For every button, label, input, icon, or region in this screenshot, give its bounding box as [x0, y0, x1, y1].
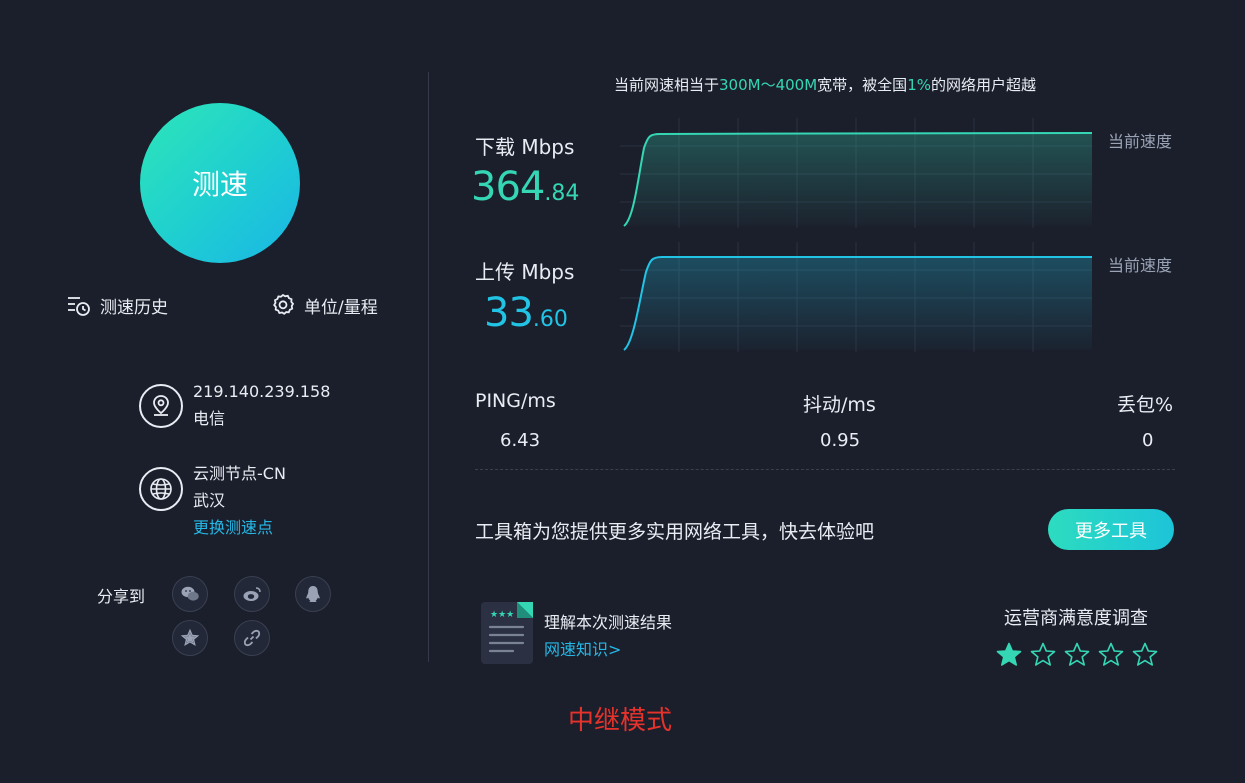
more-tools-button[interactable]: 更多工具	[1048, 509, 1174, 550]
rating-stars	[995, 641, 1159, 669]
upload-chart-area	[624, 257, 1092, 350]
globe-icon-wrap	[139, 467, 183, 511]
upload-speed-chart	[620, 242, 1092, 352]
jitter-label: 抖动/ms	[803, 394, 876, 416]
globe-icon	[150, 478, 172, 500]
change-node-link[interactable]: 更换测速点	[193, 514, 286, 541]
download-label: 下载 Mbps	[475, 135, 575, 159]
download-value-int: 364	[471, 164, 545, 210]
star-empty-icon[interactable]	[1063, 641, 1091, 669]
share-wechat-button[interactable]	[172, 576, 208, 612]
upload-current-label: 当前速度	[1108, 256, 1173, 275]
jitter-value: 0.95	[820, 430, 861, 451]
share-label: 分享到	[97, 587, 146, 606]
download-value: 364.84	[471, 164, 579, 210]
ip-info: 219.140.239.158 电信	[193, 378, 330, 432]
star-empty-icon[interactable]	[1097, 641, 1125, 669]
unit-range-label: 单位/量程	[304, 297, 378, 318]
history-label: 测速历史	[100, 297, 168, 318]
knowledge-title: 理解本次测速结果	[544, 613, 673, 632]
headline-suffix: 的网络用户超越	[930, 76, 1036, 94]
upload-value-int: 33	[484, 290, 534, 336]
wechat-icon	[181, 586, 199, 601]
headline-prefix: 当前网速相当于	[614, 76, 720, 94]
isp-name: 电信	[193, 409, 226, 428]
gear-icon	[273, 293, 295, 315]
share-qq-button[interactable]	[295, 576, 331, 612]
ip-address: 219.140.239.158	[193, 382, 331, 401]
download-value-dec: .84	[544, 181, 580, 206]
star-empty-icon[interactable]	[1131, 641, 1159, 669]
headline-percent: 1%	[907, 76, 931, 94]
star-empty-icon[interactable]	[1029, 641, 1057, 669]
svg-text:★★★: ★★★	[490, 610, 514, 620]
weibo-icon	[243, 587, 261, 601]
node-info: 云测节点-CN 武汉 更换测速点	[193, 460, 286, 541]
speed-comparison-headline: 当前网速相当于300M～400M宽带，被全国1%的网络用户超越	[475, 74, 1175, 95]
download-speed-chart	[620, 118, 1093, 228]
unit-range-link[interactable]: 单位/量程	[270, 292, 378, 318]
panel-divider	[428, 72, 429, 662]
location-pin-icon	[153, 395, 169, 416]
download-current-label: 当前速度	[1108, 132, 1173, 151]
start-speed-test-button[interactable]: 测速	[140, 103, 300, 263]
qq-penguin-icon	[306, 586, 320, 602]
speed-test-label: 测速	[191, 168, 248, 201]
document-icon: ★★★	[481, 602, 533, 664]
stats-divider	[475, 469, 1175, 470]
tools-promo-text: 工具箱为您提供更多实用网络工具，快去体验吧	[475, 521, 875, 543]
share-favorite-button[interactable]	[172, 620, 208, 656]
download-chart-area	[624, 133, 1092, 226]
relay-mode-label: 中继模式	[568, 706, 673, 736]
share-link-button[interactable]	[234, 620, 270, 656]
upload-value: 33.60	[484, 290, 568, 336]
location-icon-wrap	[139, 384, 183, 428]
ping-label: PING/ms	[475, 390, 556, 412]
star-filled-icon[interactable]	[995, 641, 1023, 669]
upload-label: 上传 Mbps	[475, 260, 575, 284]
ping-value: 6.43	[500, 430, 541, 451]
headline-middle: 宽带，被全国	[817, 76, 908, 94]
packet-loss-value: 0	[1142, 430, 1154, 451]
history-link[interactable]: 测速历史	[66, 292, 168, 318]
packet-loss-label: 丢包%	[1117, 394, 1174, 416]
speed-knowledge-link[interactable]: 网速知识>	[544, 636, 621, 660]
share-weibo-button[interactable]	[234, 576, 270, 612]
star-icon	[180, 628, 200, 647]
node-name: 云测节点-CN	[193, 464, 286, 483]
headline-range: 300M～400M	[719, 76, 818, 94]
history-icon	[68, 297, 90, 316]
node-city: 武汉	[193, 491, 226, 510]
upload-value-dec: .60	[532, 307, 568, 332]
survey-title: 运营商满意度调查	[1004, 608, 1148, 629]
link-icon	[243, 629, 261, 647]
